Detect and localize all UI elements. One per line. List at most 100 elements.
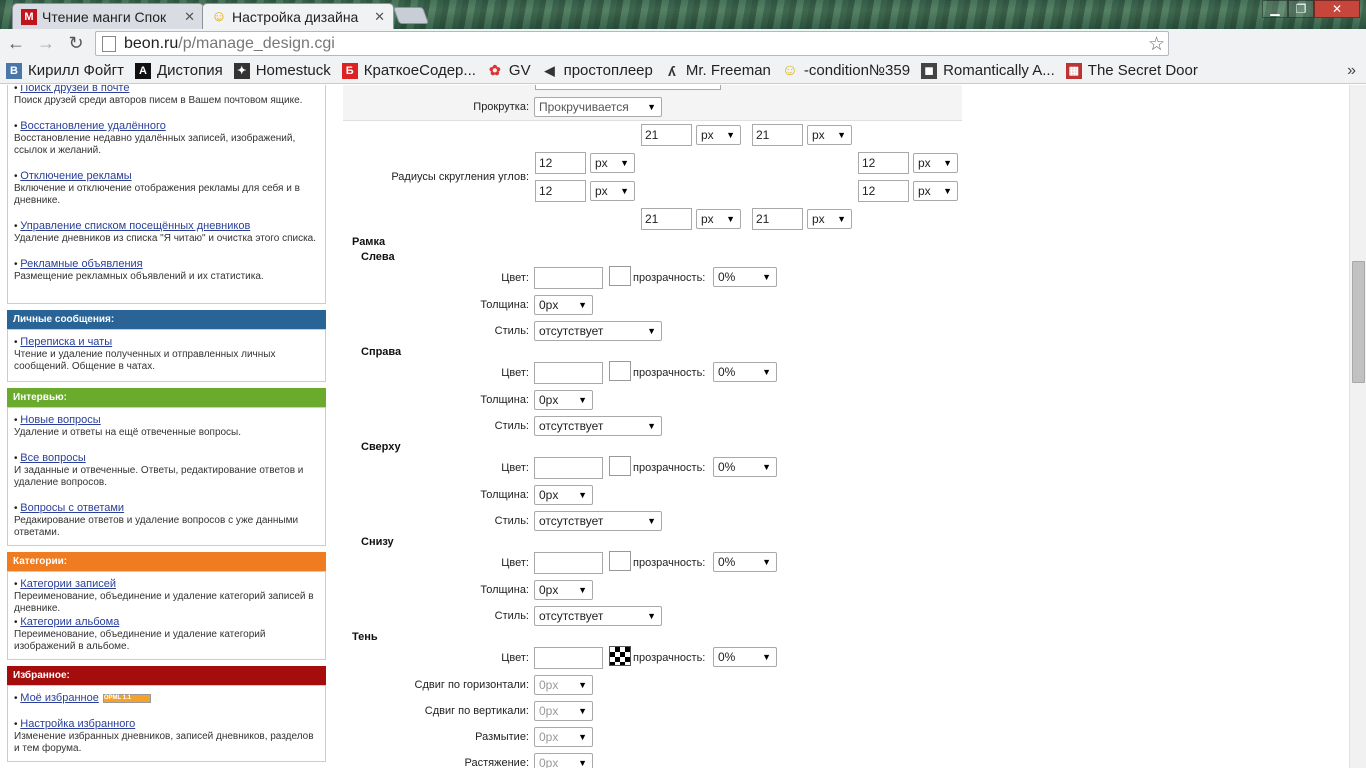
link-answered-questions[interactable]: Вопросы с ответами	[20, 502, 124, 514]
link-chats[interactable]: Переписка и чаты	[20, 336, 112, 348]
shadow-heading: Тень	[352, 631, 378, 643]
link-album-categories[interactable]: Категории альбома	[20, 616, 119, 628]
radius-bottom-left-input[interactable]: 21	[641, 208, 692, 230]
radius-unit-select[interactable]: px	[807, 125, 852, 145]
opml-badge[interactable]: OPML 1.1	[102, 693, 151, 703]
scroll-select[interactable]: Прокручивается	[534, 97, 662, 117]
window-close-icon[interactable]: ✕	[1314, 0, 1360, 18]
item-description: Чтение и удаление полученных и отправлен…	[14, 349, 276, 372]
transparent-swatch-icon[interactable]	[609, 646, 631, 666]
bookmark-item[interactable]: A Дистопия	[134, 62, 223, 79]
link-disable-ads[interactable]: Отключение рекламы	[20, 170, 131, 182]
radius-unit-select[interactable]: px	[696, 125, 741, 145]
new-tab-button[interactable]	[392, 7, 430, 24]
radius-top-left-input[interactable]: 21	[641, 124, 692, 146]
top-thickness-select[interactable]: 0px	[534, 485, 593, 505]
address-bar[interactable]: beon.ru /p/manage_design.cgi ☆	[95, 31, 1169, 56]
color-swatch[interactable]	[609, 456, 631, 476]
bottom-color-input[interactable]	[534, 552, 603, 574]
right-style-select[interactable]: отсутствует	[534, 416, 662, 436]
close-icon[interactable]: ✕	[374, 9, 385, 25]
bookmark-item[interactable]: ✦ Homestuck	[233, 62, 331, 79]
favorites-box: • Моё избранное OPML 1.1 • Настройка избр…	[7, 685, 326, 762]
scrollbar-thumb[interactable]	[1352, 261, 1365, 383]
radius-bottom-right-input[interactable]: 21	[752, 208, 803, 230]
interview-box: • Новые вопросы Удаление и ответы на ещё …	[7, 407, 326, 546]
bottom-style-select[interactable]: отсутствует	[534, 606, 662, 626]
page-scrollbar[interactable]	[1349, 85, 1366, 768]
link-ads[interactable]: Рекламные объявления	[20, 258, 142, 270]
radius-unit-select[interactable]: px	[590, 153, 635, 173]
shadow-transparency-select[interactable]: 0%	[713, 647, 777, 667]
bookmark-item[interactable]: ☺ -condition№359	[782, 62, 910, 80]
link-find-friends[interactable]: Поиск друзей в почте	[20, 85, 129, 94]
left-color-input[interactable]	[534, 267, 603, 289]
thickness-label: Толщина:	[480, 394, 529, 406]
bottom-transparency-select[interactable]: 0%	[713, 552, 777, 572]
previous-select-partial[interactable]	[535, 85, 721, 90]
bookmark-item[interactable]: В Кирилл Фойгт	[6, 62, 124, 79]
radius-unit-select[interactable]: px	[696, 209, 741, 229]
messages-box: • Переписка и чаты Чтение и удаление полу…	[7, 329, 326, 382]
item-description: Переименование, объединение и удаление к…	[14, 591, 314, 614]
back-arrow-icon[interactable]: ←	[2, 31, 30, 57]
close-icon[interactable]: ✕	[184, 9, 195, 25]
shadow-v-select[interactable]: 0px	[534, 701, 593, 721]
color-swatch[interactable]	[609, 361, 631, 381]
radius-unit-select[interactable]: px	[590, 181, 635, 201]
bookmark-star-icon[interactable]: ☆	[1148, 33, 1165, 56]
forward-arrow-icon[interactable]: →	[32, 31, 60, 57]
radius-right-bottom-input[interactable]: 12	[858, 180, 909, 202]
bookmark-item[interactable]: ◀ простоплеер	[542, 62, 653, 79]
bookmark-item[interactable]: ʎ Mr. Freeman	[664, 62, 771, 79]
right-thickness-select[interactable]: 0px	[534, 390, 593, 410]
right-transparency-select[interactable]: 0%	[713, 362, 777, 382]
top-color-input[interactable]	[534, 457, 603, 479]
link-favorites-settings[interactable]: Настройка избранного	[20, 718, 135, 730]
radius-unit-select[interactable]: px	[913, 153, 958, 173]
link-restore[interactable]: Восстановление удалённого	[20, 120, 166, 132]
tab-title: Чтение манги Спок	[42, 8, 167, 25]
color-swatch[interactable]	[609, 266, 631, 286]
shadow-color-input[interactable]	[534, 647, 603, 669]
link-all-questions[interactable]: Все вопросы	[20, 452, 85, 464]
bookmarks-more-icon[interactable]: »	[1347, 62, 1356, 80]
color-swatch[interactable]	[609, 551, 631, 571]
radius-left-top-input[interactable]: 12	[535, 152, 586, 174]
link-visited-diaries[interactable]: Управление списком посещённых дневников	[20, 220, 250, 232]
radius-unit-select[interactable]: px	[807, 209, 852, 229]
top-transparency-select[interactable]: 0%	[713, 457, 777, 477]
left-style-select[interactable]: отсутствует	[534, 321, 662, 341]
top-style-select[interactable]: отсутствует	[534, 511, 662, 531]
bottom-thickness-select[interactable]: 0px	[534, 580, 593, 600]
radius-top-right-input[interactable]: 21	[752, 124, 803, 146]
link-new-questions[interactable]: Новые вопросы	[20, 414, 100, 426]
link-post-categories[interactable]: Категории записей	[20, 578, 116, 590]
shadow-v-label: Сдвиг по вертикали:	[424, 705, 529, 717]
item-description: И заданные и отвеченные. Ответы, редакти…	[14, 465, 304, 488]
shadow-h-select[interactable]: 0px	[534, 675, 593, 695]
bookmark-label: Homestuck	[255, 62, 331, 79]
item-description: Включение и отключение отображения рекла…	[14, 183, 300, 206]
reload-icon[interactable]: ↻	[62, 31, 90, 57]
blur-select[interactable]: 0px	[534, 727, 593, 747]
link-my-favorites[interactable]: Моё избранное	[20, 692, 99, 704]
tab-manga[interactable]: М Чтение манги Спок ✕	[12, 3, 204, 29]
left-transparency-select[interactable]: 0%	[713, 267, 777, 287]
tab-design[interactable]: ☺ Настройка дизайна ✕	[202, 3, 394, 29]
spread-select[interactable]: 0px	[534, 753, 593, 768]
bookmark-item[interactable]: Б КраткоеСодер...	[341, 62, 476, 79]
bookmark-item[interactable]: ✿ GV	[487, 62, 531, 79]
color-label: Цвет:	[501, 272, 529, 284]
minimize-icon[interactable]: ▁	[1262, 0, 1288, 18]
bookmark-item[interactable]: ◼ Romantically A...	[921, 62, 1055, 79]
radius-left-bottom-input[interactable]: 12	[535, 180, 586, 202]
radius-right-top-input[interactable]: 12	[858, 152, 909, 174]
maximize-icon[interactable]: ❐	[1288, 0, 1314, 18]
right-color-input[interactable]	[534, 362, 603, 384]
left-thickness-select[interactable]: 0px	[534, 295, 593, 315]
radius-unit-select[interactable]: px	[913, 181, 958, 201]
bookmark-item[interactable]: ▦ The Secret Door	[1065, 62, 1198, 79]
freeman-icon: ʎ	[667, 62, 676, 79]
side-bottom-heading: Снизу	[361, 536, 394, 548]
